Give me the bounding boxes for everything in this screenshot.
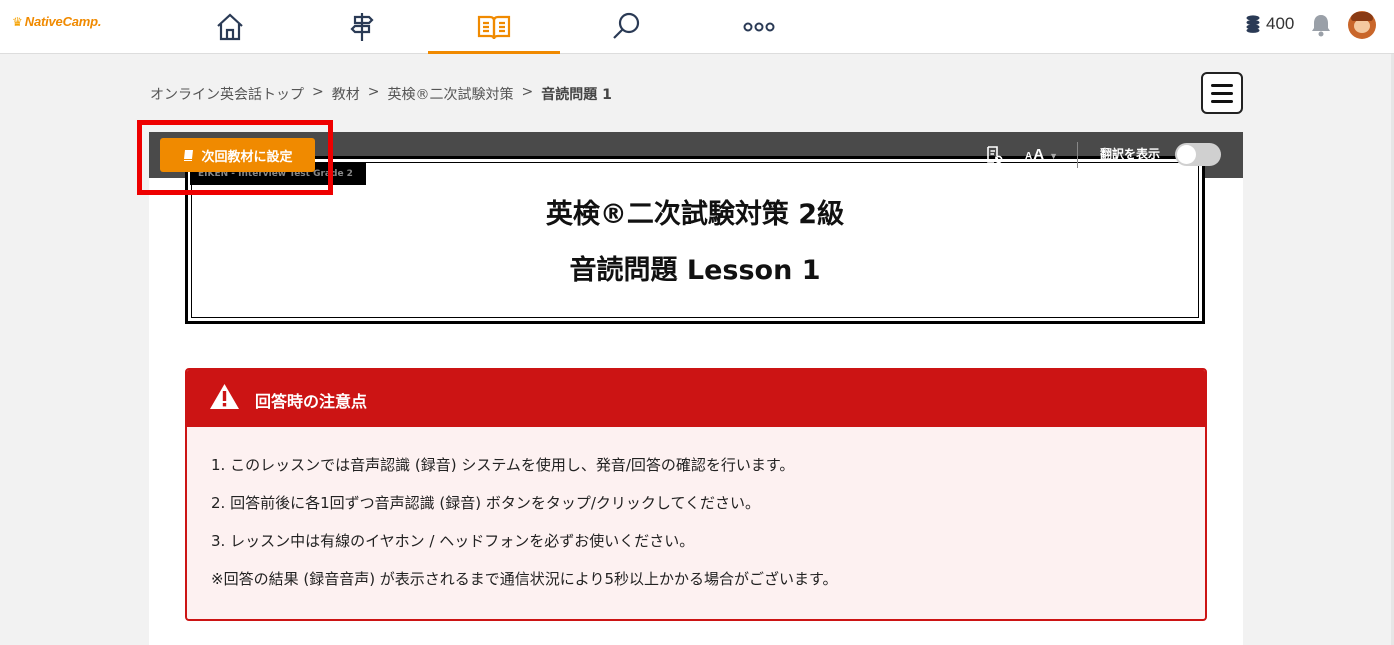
home-icon	[217, 13, 243, 41]
nav-more-tab[interactable]	[729, 0, 789, 54]
user-avatar[interactable]	[1348, 11, 1376, 39]
breadcrumb-link[interactable]: 英検®二次試験対策	[387, 84, 513, 104]
font-size-selector[interactable]: A A ▼	[1025, 146, 1058, 163]
nav-search-tab[interactable]	[596, 0, 656, 54]
nativecamp-logo[interactable]: ♛ NativeCamp.	[12, 14, 102, 29]
notice-item: 1. このレッスンでは音声認識 (録音) システムを使用し、発音/回答の確認を行…	[211, 456, 795, 474]
nav-course-tab[interactable]	[332, 0, 392, 54]
answer-notice-panel: 回答時の注意点 1. このレッスンでは音声認識 (録音) システムを使用し、発音…	[185, 368, 1207, 621]
nav-home-tab[interactable]	[200, 0, 260, 54]
notice-header: 回答時の注意点	[187, 370, 1205, 427]
notice-title: 回答時の注意点	[255, 392, 368, 411]
breadcrumb: オンライン英会話トップ > 教材 > 英検®二次試験対策 > 音読問題 1	[150, 84, 612, 104]
coin-stack-icon	[1246, 15, 1260, 33]
hamburger-menu-button[interactable]	[1201, 72, 1243, 114]
search-icon	[613, 12, 640, 39]
caret-down-icon: ▼	[1049, 151, 1058, 161]
lesson-title: 英検®二次試験対策 2級	[545, 199, 845, 230]
breadcrumb-link[interactable]: オンライン英会話トップ	[150, 84, 304, 104]
hamburger-icon	[1211, 83, 1233, 87]
breadcrumb-link[interactable]: 教材	[332, 84, 360, 104]
document-refresh-icon	[987, 146, 1003, 164]
crown-icon: ♛	[12, 14, 23, 29]
notice-item: 2. 回答前後に各1回ずつ音声認識 (録音) ボタンをタップ/クリックしてくださ…	[211, 494, 761, 512]
highlight-box	[137, 120, 333, 195]
signpost-icon	[350, 13, 374, 41]
notice-list: 1. このレッスンでは音声認識 (録音) システムを使用し、発音/回答の確認を行…	[211, 454, 838, 606]
toolbar-divider	[1077, 142, 1078, 168]
notice-item: 3. レッスン中は有線のイヤホン / ヘッドフォンを必ずお使いください。	[211, 532, 695, 550]
breadcrumb-separator: >	[367, 84, 380, 100]
breadcrumb-separator: >	[521, 84, 534, 100]
warning-icon	[210, 384, 239, 409]
lesson-subtitle: 音読問題 Lesson 1	[569, 255, 821, 286]
notice-item: ※回答の結果 (録音音声) が表示されるまで通信状況により5秒以上かかる場合がご…	[211, 570, 838, 588]
notification-bell[interactable]	[1310, 13, 1332, 41]
nav-textbook-tab[interactable]	[428, 0, 560, 54]
translation-label: 翻訳を表示	[1100, 147, 1161, 161]
breadcrumb-current: 音読問題 1	[541, 87, 612, 103]
coin-count: 400	[1266, 14, 1295, 33]
bell-icon	[1312, 15, 1330, 37]
book-icon	[477, 15, 511, 40]
print-refresh-button[interactable]	[985, 145, 1005, 165]
top-navigation-bar: ♛ NativeCamp. 400	[0, 0, 1394, 54]
coin-balance[interactable]: 400	[1246, 14, 1294, 34]
more-icon	[743, 22, 775, 32]
translation-toggle[interactable]	[1175, 143, 1221, 166]
breadcrumb-separator: >	[312, 84, 324, 100]
